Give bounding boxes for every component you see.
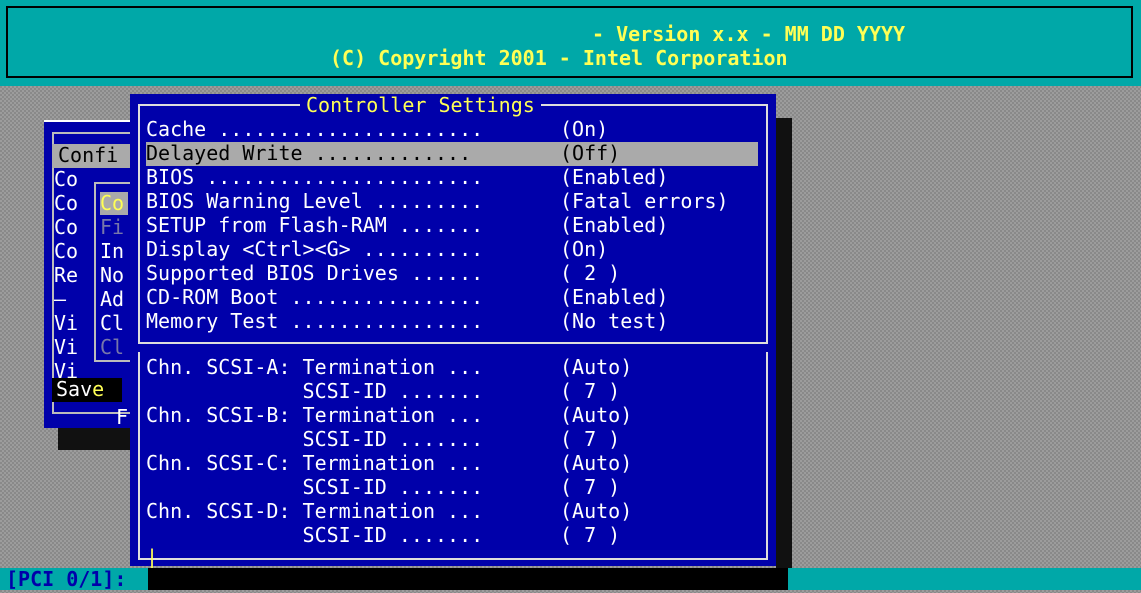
setting-value: (On) [560,237,609,261]
submenu-item[interactable]: Fi [100,216,124,239]
main-menu-shadow [58,428,132,450]
setting-label: Display <Ctrl><G> .......... [146,237,484,261]
pci-location-text: [PCI 0/1]: [6,567,127,591]
setting-label: Cache ...................... [146,117,484,141]
setting-value: (No test) [560,309,669,333]
setting-value: ( 2 ) [560,261,621,285]
setting-value: (Enabled) [560,285,669,309]
channel-label: SCSI-ID ....... [146,475,484,499]
status-input-area [148,568,788,590]
setting-label: BIOS ....................... [146,165,484,189]
channel-row-scsi-c-termination[interactable]: Chn. SCSI-C: Termination ... (Auto) [146,452,758,476]
main-menu-item[interactable]: Co [54,168,78,191]
channel-row-scsi-c-id[interactable]: SCSI-ID ....... ( 7 ) [146,476,758,500]
main-menu-item[interactable]: Vi [54,336,78,359]
channel-value: ( 7 ) [560,379,621,403]
main-menu-separator: — [54,287,67,311]
channel-value: (Auto) [560,355,633,379]
setting-row-cache[interactable]: Cache ...................... (On) [146,118,758,142]
channel-label: SCSI-ID ....... [146,523,484,547]
setting-row-supported-bios-drives[interactable]: Supported BIOS Drives ...... ( 2 ) [146,262,758,286]
setting-row-setup-flash-ram[interactable]: SETUP from Flash-RAM ....... (Enabled) [146,214,758,238]
submenu-item[interactable]: Cl [100,336,124,359]
setting-value: (Enabled) [560,165,669,189]
setting-row-bios[interactable]: BIOS ....................... (Enabled) [146,166,758,190]
channel-row-scsi-d-id[interactable]: SCSI-ID ....... ( 7 ) [146,524,758,548]
main-menu-item[interactable]: Co [54,192,78,215]
channel-row-scsi-b-id[interactable]: SCSI-ID ....... ( 7 ) [146,428,758,452]
dialog-shadow [776,118,792,578]
setting-label: BIOS Warning Level ......... [146,189,484,213]
setting-value: (Enabled) [560,213,669,237]
submenu-item[interactable]: In [100,240,124,263]
submenu-item[interactable]: Cl [100,312,124,335]
dialog-title: Controller Settings [300,94,541,116]
channel-label: Chn. SCSI-A: Termination ... [146,355,484,379]
main-menu-item-configure[interactable]: Confi [52,144,130,168]
text-cursor: | [146,545,159,569]
setting-row-cdrom-boot[interactable]: CD-ROM Boot ................ (Enabled) [146,286,758,310]
channel-label: SCSI-ID ....... [146,427,484,451]
channel-row-scsi-d-termination[interactable]: Chn. SCSI-D: Termination ... (Auto) [146,500,758,524]
channel-value: (Auto) [560,499,633,523]
channel-value: (Auto) [560,451,633,475]
main-menu-item[interactable]: Re [54,264,78,287]
version-line: - Version x.x - MM DD YYYY [592,22,906,46]
setting-value: (Off) [560,141,621,165]
setting-row-bios-warning-level[interactable]: BIOS Warning Level ......... (Fatal erro… [146,190,758,214]
save-label: Sav [56,377,93,401]
setting-label: Supported BIOS Drives ...... [146,261,484,285]
main-menu-item[interactable]: Co [54,240,78,263]
setting-label: SETUP from Flash-RAM ....... [146,213,484,237]
copyright-line: (C) Copyright 2001 - Intel Corporation [330,46,788,70]
setting-row-memory-test[interactable]: Memory Test ................ (No test) [146,310,758,334]
channel-label: Chn. SCSI-C: Termination ... [146,451,484,475]
setting-value: (Fatal errors) [560,189,729,213]
channel-label: Chn. SCSI-D: Termination ... [146,499,484,523]
header-banner: - Version x.x - MM DD YYYY (C) Copyright… [0,0,1141,86]
setting-label: Memory Test ................ [146,309,484,333]
setting-label: CD-ROM Boot ................ [146,285,484,309]
setting-row-display-ctrl-g[interactable]: Display <Ctrl><G> .......... (On) [146,238,758,262]
submenu-item[interactable]: No [100,264,124,287]
channel-value: (Auto) [560,403,633,427]
main-menu-item[interactable]: Vi [54,312,78,335]
setting-row-delayed-write[interactable]: Delayed Write ............. (Off) [146,142,758,166]
setting-label: Delayed Write ............. [146,141,472,165]
channel-row-scsi-a-id[interactable]: SCSI-ID ....... ( 7 ) [146,380,758,404]
channel-value: ( 7 ) [560,427,621,451]
channel-row-scsi-b-termination[interactable]: Chn. SCSI-B: Termination ... (Auto) [146,404,758,428]
main-menu-footer: F [116,405,129,429]
channel-value: ( 7 ) [560,523,621,547]
main-menu-item[interactable]: Co [54,216,78,239]
channel-value: ( 7 ) [560,475,621,499]
submenu-item-selected[interactable]: Co [100,192,128,215]
setting-value: (On) [560,117,609,141]
channel-row-scsi-a-termination[interactable]: Chn. SCSI-A: Termination ... (Auto) [146,356,758,380]
channel-label: SCSI-ID ....... [146,379,484,403]
save-hotkey: e [92,377,105,401]
submenu-item[interactable]: Ad [100,288,124,311]
save-menu-item[interactable]: Save [52,378,122,402]
channel-label: Chn. SCSI-B: Termination ... [146,403,484,427]
